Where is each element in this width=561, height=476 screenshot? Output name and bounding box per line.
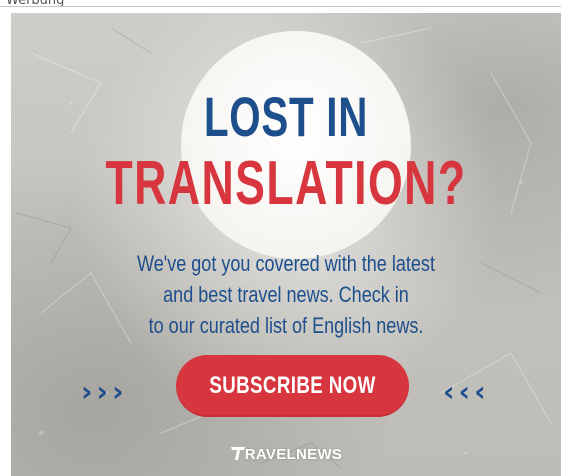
headline-line1: LOST IN: [203, 85, 369, 148]
body-line1: We've got you covered with the latest: [137, 251, 435, 276]
logo-text: RAVELNEWS: [244, 446, 343, 463]
body-copy: We've got you covered with the latest an…: [61, 248, 512, 341]
body-line2: and best travel news. Check in: [163, 282, 409, 307]
chevrons-right-icon: ›››: [81, 375, 128, 408]
ad-banner[interactable]: LOST IN TRANSLATION? We've got you cover…: [11, 13, 561, 476]
travelnews-t-logo-icon: [230, 447, 245, 460]
subscribe-now-button[interactable]: SUBSCRIBE NOW: [176, 355, 409, 417]
travelnews-logo[interactable]: RAVELNEWS: [11, 445, 561, 463]
top-divider: [0, 6, 561, 7]
headline-line2: TRANSLATION?: [105, 149, 467, 218]
subscribe-now-label: SUBSCRIBE NOW: [209, 372, 376, 399]
body-line3: to our curated list of English news.: [148, 313, 424, 338]
chevrons-left-icon: ‹‹‹: [443, 375, 490, 408]
ad-page: Werbung LOST IN TRANSLATION? We've got y…: [0, 0, 561, 476]
